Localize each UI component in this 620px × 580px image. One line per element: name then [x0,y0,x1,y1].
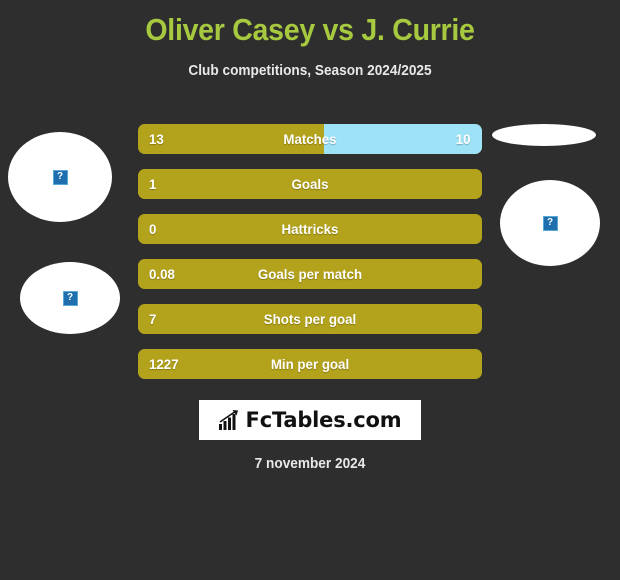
stat-row-hattricks: 0 Hattricks [138,214,482,244]
stat-label: Goals per match [257,266,363,282]
generated-date: 7 november 2024 [254,456,366,472]
stats-bar-list: 13 Matches 10 1 Goals 0 Hattricks 0.08 G… [138,124,482,394]
page-title: Oliver Casey vs J. Currie [145,12,475,47]
stat-row-goals: 1 Goals [138,169,482,199]
broken-image-icon: ? [542,215,558,231]
broken-image-icon: ? [52,169,68,185]
left-player-photo-primary: ? [8,132,112,222]
stat-row-goals-per-match: 0.08 Goals per match [138,259,482,289]
stat-label: Hattricks [281,221,339,237]
stat-label: Matches [283,131,337,147]
right-player-photo-secondary: ? [500,180,600,266]
stat-row-shots-per-goal: 7 Shots per goal [138,304,482,334]
broken-image-icon: ? [62,290,78,306]
comparison-infographic: Oliver Casey vs J. Currie Club competiti… [0,0,620,580]
site-logo-text: FcTables.com [245,408,402,432]
stat-row-min-per-goal: 1227 Min per goal [138,349,482,379]
bar-chart-growth-icon [218,410,238,430]
stat-row-matches: 13 Matches 10 [138,124,482,154]
page-subtitle: Club competitions, Season 2024/2025 [188,63,432,79]
stat-right-value: 10 [456,131,471,147]
left-player-photo-secondary: ? [20,262,120,334]
site-logo[interactable]: FcTables.com [199,400,421,440]
stat-label: Goals [291,176,329,192]
stat-label: Shots per goal [263,311,357,327]
right-player-photo-primary [492,124,596,146]
stat-label: Min per goal [270,356,350,372]
